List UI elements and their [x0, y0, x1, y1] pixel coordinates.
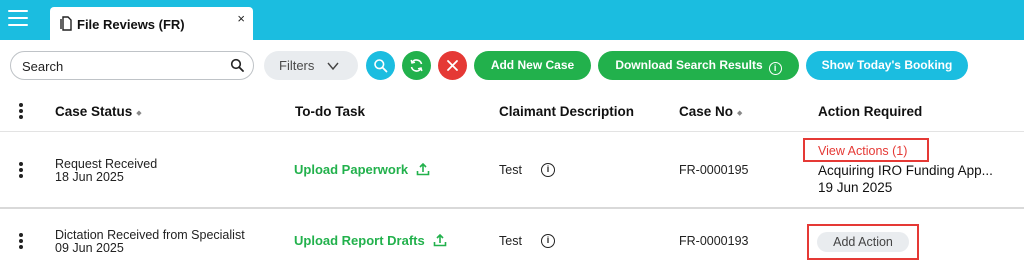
- filters-dropdown[interactable]: Filters: [264, 51, 358, 80]
- clear-icon: [447, 60, 458, 71]
- header-case-no-label: Case No: [679, 104, 734, 119]
- view-actions-highlight: View Actions (1): [803, 138, 929, 162]
- close-icon[interactable]: ×: [237, 11, 245, 26]
- claimant-description: Test: [499, 234, 522, 248]
- divider: [0, 131, 1024, 132]
- case-status-cell: Request Received 18 Jun 2025: [55, 158, 157, 184]
- refresh-button[interactable]: [402, 51, 431, 80]
- case-no: FR-0000193: [679, 234, 749, 248]
- header-case-status[interactable]: Case Status ◆: [55, 104, 142, 119]
- add-new-case-button[interactable]: Add New Case: [474, 51, 591, 80]
- search-input-value: Search: [22, 59, 64, 74]
- sort-icon[interactable]: ◆: [737, 109, 742, 117]
- search-input[interactable]: Search: [10, 51, 254, 80]
- todo-task-link[interactable]: Upload Paperwork: [294, 162, 430, 177]
- kebab-menu-icon[interactable]: [19, 233, 23, 251]
- hamburger-icon[interactable]: [8, 10, 28, 28]
- view-actions-link[interactable]: View Actions (1): [818, 144, 907, 158]
- case-status-date: 18 Jun 2025: [55, 170, 124, 184]
- tab-label: File Reviews (FR): [77, 17, 185, 32]
- case-no: FR-0000195: [679, 163, 749, 177]
- todo-task-link[interactable]: Upload Report Drafts: [294, 233, 447, 248]
- header-case-no[interactable]: Case No ◆: [679, 104, 742, 119]
- top-bar: File Reviews (FR) ×: [0, 0, 1024, 40]
- filters-label: Filters: [279, 58, 315, 73]
- header-claimant-description: Claimant Description: [499, 104, 635, 119]
- case-status-date: 09 Jun 2025: [55, 241, 124, 255]
- upload-icon: [433, 233, 447, 247]
- sort-icon[interactable]: ◆: [136, 109, 141, 117]
- refresh-icon: [410, 59, 423, 72]
- chevron-down-icon: [327, 62, 339, 71]
- document-icon: [60, 16, 72, 31]
- header-action-required: Action Required: [818, 104, 923, 119]
- info-icon[interactable]: i: [541, 234, 555, 248]
- case-status-cell: Dictation Received from Specialist 09 Ju…: [55, 229, 245, 255]
- tab-file-reviews[interactable]: File Reviews (FR) ×: [50, 7, 253, 40]
- download-search-results-label: Download Search Results: [615, 58, 763, 72]
- todo-task-label: Upload Paperwork: [294, 162, 409, 177]
- header-case-status-label: Case Status: [55, 104, 133, 119]
- info-icon[interactable]: i: [541, 163, 555, 177]
- add-action-highlight: Add Action: [807, 224, 919, 260]
- clear-button[interactable]: [438, 51, 467, 80]
- search-button[interactable]: [366, 51, 395, 80]
- add-action-button[interactable]: Add Action: [817, 232, 909, 252]
- divider: [0, 207, 1024, 209]
- kebab-menu-icon[interactable]: [19, 103, 23, 121]
- search-icon[interactable]: [230, 58, 244, 72]
- upload-icon: [416, 162, 430, 176]
- claimant-description: Test: [499, 163, 522, 177]
- action-date: 19 Jun 2025: [818, 180, 893, 195]
- download-search-results-button[interactable]: Download Search Results i: [598, 51, 799, 80]
- kebab-menu-icon[interactable]: [19, 162, 23, 180]
- show-todays-booking-button[interactable]: Show Today's Booking: [806, 51, 968, 80]
- action-description: Acquiring IRO Funding App...: [818, 163, 993, 178]
- search-button-icon: [374, 59, 388, 73]
- info-icon: i: [768, 62, 782, 75]
- todo-task-label: Upload Report Drafts: [294, 233, 425, 248]
- header-todo-task: To-do Task: [295, 104, 365, 119]
